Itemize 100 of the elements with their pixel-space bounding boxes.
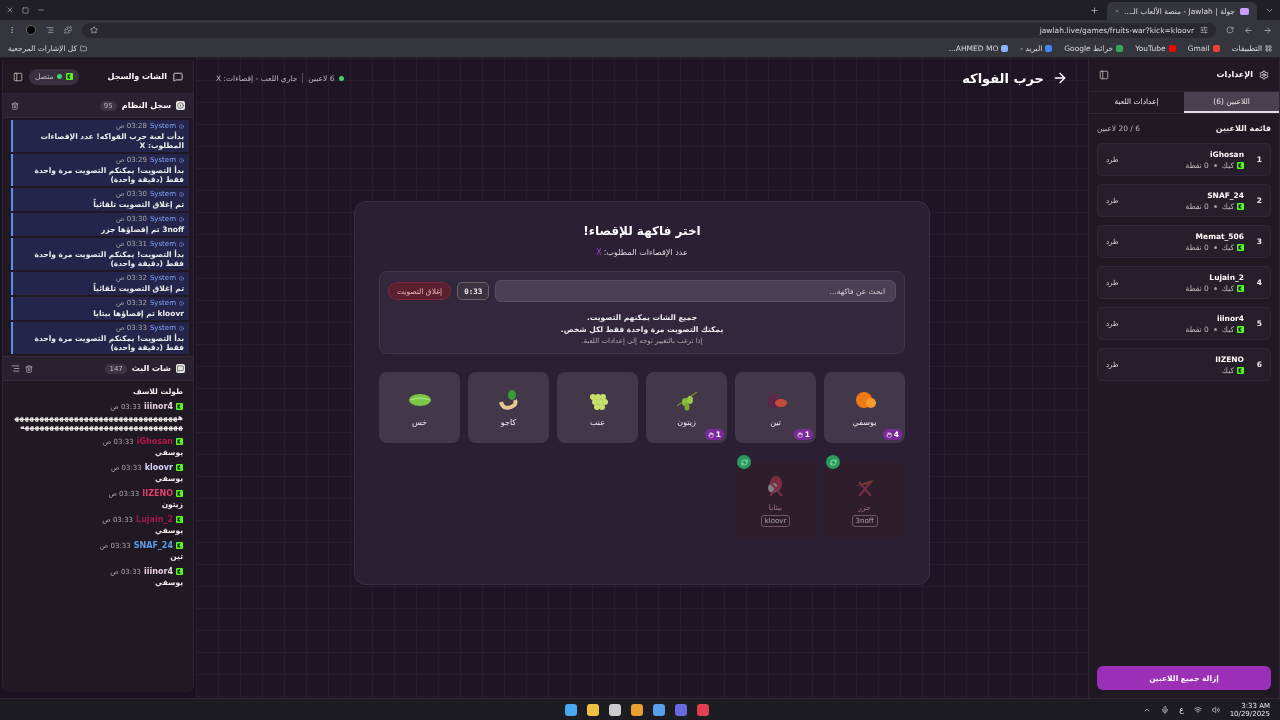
- platform-logo-icon: [176, 490, 183, 497]
- olive-branch-icon: [675, 391, 698, 411]
- lettuce-icon: [408, 394, 431, 406]
- info-icon: [176, 101, 185, 110]
- wifi-icon: [1193, 705, 1202, 714]
- refresh-icon: [829, 458, 837, 466]
- online-dot-icon: [339, 75, 345, 81]
- hand-icon: [885, 431, 892, 438]
- bookmark-favicon-icon: [1168, 45, 1176, 52]
- taskbar-app-icon[interactable]: [586, 703, 599, 716]
- card-heading: اختر فاكهة للإقصاء!: [583, 224, 701, 238]
- media-button[interactable]: [46, 26, 54, 34]
- platform-logo-icon: [176, 403, 183, 410]
- site-info-icon: [1200, 26, 1208, 34]
- bookmark-star-icon: [90, 26, 98, 34]
- chat-username: iGhosan: [136, 437, 173, 446]
- platform-logo-icon: [176, 438, 183, 445]
- chat-username: SNAF_24: [133, 541, 173, 550]
- platform-logo-icon: [176, 542, 183, 549]
- close-icon: [1115, 7, 1120, 15]
- chat-username: Lujain_2: [136, 515, 173, 524]
- bookmark-favicon-icon: [1116, 45, 1124, 52]
- system-icon: [179, 275, 184, 281]
- section-title: سجل النظام: [121, 101, 171, 110]
- arrow-icon: [1052, 70, 1068, 86]
- system-icon: [179, 325, 184, 331]
- new-tab-button[interactable]: [1090, 5, 1099, 15]
- cashew-icon: [498, 390, 517, 410]
- bookmark-favicon-icon: [1212, 45, 1220, 52]
- folder-icon: [80, 45, 88, 52]
- site-favicon-icon: [1240, 7, 1249, 15]
- system-icon: [179, 123, 184, 129]
- taskbar-app-icon[interactable]: [608, 703, 621, 716]
- system-icon: [179, 157, 184, 163]
- panel-title: الإعدادات: [1216, 70, 1253, 79]
- refresh-icon: [740, 458, 748, 466]
- close-window-button[interactable]: [6, 6, 14, 14]
- restore-button[interactable]: [826, 455, 840, 469]
- taskbar-app-icon[interactable]: [652, 703, 665, 716]
- separator-dot-icon: [1213, 286, 1217, 290]
- platform-logo-icon: [1237, 284, 1244, 292]
- game-title: حرب الفواكه: [962, 70, 1044, 86]
- system-icon: [179, 216, 184, 222]
- section-title: شات البث: [131, 364, 171, 373]
- eliminations-label: عدد الإقصاءات المطلوب:: [603, 248, 688, 257]
- extensions-button[interactable]: [64, 26, 72, 34]
- fruit-card[interactable]: كاجو: [468, 372, 549, 443]
- list-title: قائمة اللاعبين: [1215, 124, 1271, 133]
- platform-logo-icon: [1237, 325, 1244, 333]
- chat-username: IIZENO: [142, 489, 173, 498]
- delete-button[interactable]: [11, 101, 19, 110]
- restore-button[interactable]: [737, 455, 751, 469]
- chat-username: iiinor4: [144, 402, 173, 411]
- chat-username: iiinor4: [144, 567, 173, 576]
- microphone-icon: [1161, 705, 1170, 714]
- fruit-card[interactable]: عنب: [557, 372, 638, 443]
- settings-icon: [1259, 69, 1269, 80]
- menu-button[interactable]: [8, 26, 16, 34]
- restore-button[interactable]: [22, 6, 29, 14]
- bookmark-favicon-icon: [1045, 45, 1053, 52]
- hand-icon: [796, 431, 803, 438]
- platform-logo-icon: [1237, 366, 1244, 374]
- profile-avatar[interactable]: [26, 25, 36, 35]
- tangerine-icon: [855, 392, 876, 408]
- system-icon: [179, 300, 184, 306]
- crossed-carrot-drawing: [854, 479, 873, 497]
- panel-title: الشات والسجل: [107, 72, 167, 81]
- volume-icon: [1211, 705, 1220, 714]
- back-button[interactable]: [1263, 25, 1272, 35]
- grapes-icon: [589, 394, 608, 410]
- chat-icon: [173, 71, 183, 82]
- delete-button[interactable]: [25, 364, 33, 373]
- eliminations-value: X: [596, 248, 602, 257]
- separator-dot-icon: [1213, 327, 1217, 331]
- fruit-card[interactable]: خس: [379, 372, 460, 443]
- chat-bubble-icon: [176, 364, 185, 373]
- reload-button[interactable]: [1226, 26, 1234, 34]
- forward-button[interactable]: [1244, 25, 1253, 35]
- platform-logo-icon: [66, 73, 74, 80]
- chat-username: kloovr: [144, 463, 173, 472]
- collapse-panel-button[interactable]: [1099, 69, 1109, 80]
- apps-grid-icon: [1265, 45, 1272, 52]
- platform-logo-icon: [176, 568, 183, 575]
- filter-button[interactable]: [11, 364, 20, 373]
- crossed-dragonfruit-drawing: [767, 475, 783, 497]
- hand-icon: [707, 431, 714, 438]
- taskbar-app-icon[interactable]: [564, 703, 577, 716]
- taskbar-app-icon[interactable]: [630, 703, 643, 716]
- system-icon: [179, 191, 184, 197]
- separator-dot-icon: [1213, 245, 1217, 249]
- platform-logo-icon: [1237, 202, 1244, 210]
- system-icon: [179, 241, 184, 247]
- bookmark-favicon-icon: [1001, 45, 1009, 52]
- fig-icon: [766, 390, 787, 408]
- separator-dot-icon: [1213, 204, 1217, 208]
- online-dot-icon: [57, 74, 63, 79]
- platform-logo-icon: [1237, 243, 1244, 251]
- collapse-panel-button[interactable]: [13, 71, 23, 82]
- separator-dot-icon: [1213, 163, 1217, 167]
- platform-logo-icon: [176, 464, 183, 471]
